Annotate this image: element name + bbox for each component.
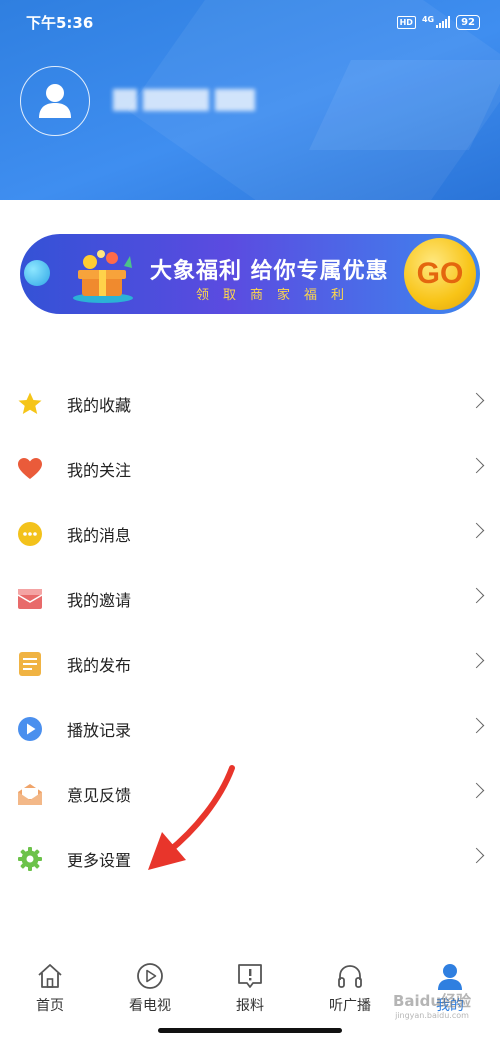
status-indicators: HD 4G 92 [396,14,480,30]
status-time: 下午5:36 [26,13,94,32]
avatar[interactable] [20,66,90,136]
user-icon [435,961,465,991]
chevron-right-icon [468,847,485,864]
menu-item-following[interactable]: 我的关注 [0,436,500,501]
ball-icon [24,260,50,286]
open-mail-icon [17,781,43,807]
banner-subtitle: 领取商家福利 [196,288,359,303]
menu-label: 我的邀请 [67,590,132,610]
menu-label: 我的关注 [67,460,132,480]
chevron-right-icon [468,782,485,799]
menu-item-posts[interactable]: 我的发布 [0,631,500,696]
menu-list: 我的收藏 我的关注 我的消息 我的邀请 我的发布 播放记录 意见反馈 更多设置 [0,371,500,891]
chevron-right-icon [468,717,485,734]
tab-label: 报料 [236,998,264,1014]
menu-item-feedback[interactable]: 意见反馈 [0,761,500,826]
chat-bubble-icon [17,521,43,547]
menu-label: 播放记录 [67,720,132,740]
menu-label: 我的消息 [67,525,132,545]
envelope-icon [17,586,43,612]
person-icon [39,84,71,118]
play-circle-icon [135,961,165,991]
home-indicator [158,1028,342,1033]
headphones-icon [335,961,365,991]
tab-label: 听广播 [329,998,371,1014]
chevron-right-icon [468,522,485,539]
menu-label: 我的发布 [67,655,132,675]
menu-item-play-history[interactable]: 播放记录 [0,696,500,761]
gift-box-icon [73,250,133,303]
menu-item-more-settings[interactable]: 更多设置 [0,826,500,891]
profile-header: 下午5:36 HD 4G 92 [0,0,500,200]
star-icon [17,391,43,417]
chevron-right-icon [468,587,485,604]
battery-level: 92 [456,14,480,30]
hd-badge: HD [396,15,416,29]
menu-item-messages[interactable]: 我的消息 [0,501,500,566]
chevron-right-icon [468,652,485,669]
annotation-arrow-icon [148,765,235,870]
username-blurred[interactable] [113,86,255,114]
menu-item-invitations[interactable]: 我的邀请 [0,566,500,631]
menu-label: 我的收藏 [67,395,132,415]
chevron-right-icon [468,457,485,474]
watermark: Baidu经验 jingyan.baidu.com [392,990,472,1020]
document-icon [17,651,43,677]
home-icon [35,961,65,991]
gear-icon [17,846,43,872]
play-icon [17,716,43,742]
heart-icon [17,456,43,482]
watermark-brand: Baidu经验 [392,992,472,1010]
menu-label: 更多设置 [67,850,132,870]
status-bar: 下午5:36 HD 4G 92 [26,10,480,34]
menu-label: 意见反馈 [67,785,132,805]
network-type: 4G [421,14,435,24]
go-button[interactable]: GO [404,238,476,310]
signal-icon [436,16,451,28]
tab-home[interactable]: 首页 [0,955,100,1041]
tab-label: 看电视 [129,998,171,1014]
watermark-url: jingyan.baidu.com [395,1011,469,1020]
banner-title: 大象福利 给你专属优惠 [150,259,389,284]
menu-item-favorites[interactable]: 我的收藏 [0,371,500,436]
welfare-banner[interactable]: 大象福利 给你专属优惠 领取商家福利 GO [20,234,480,314]
tab-label: 首页 [36,998,64,1014]
chevron-right-icon [468,392,485,409]
report-icon [235,961,265,991]
